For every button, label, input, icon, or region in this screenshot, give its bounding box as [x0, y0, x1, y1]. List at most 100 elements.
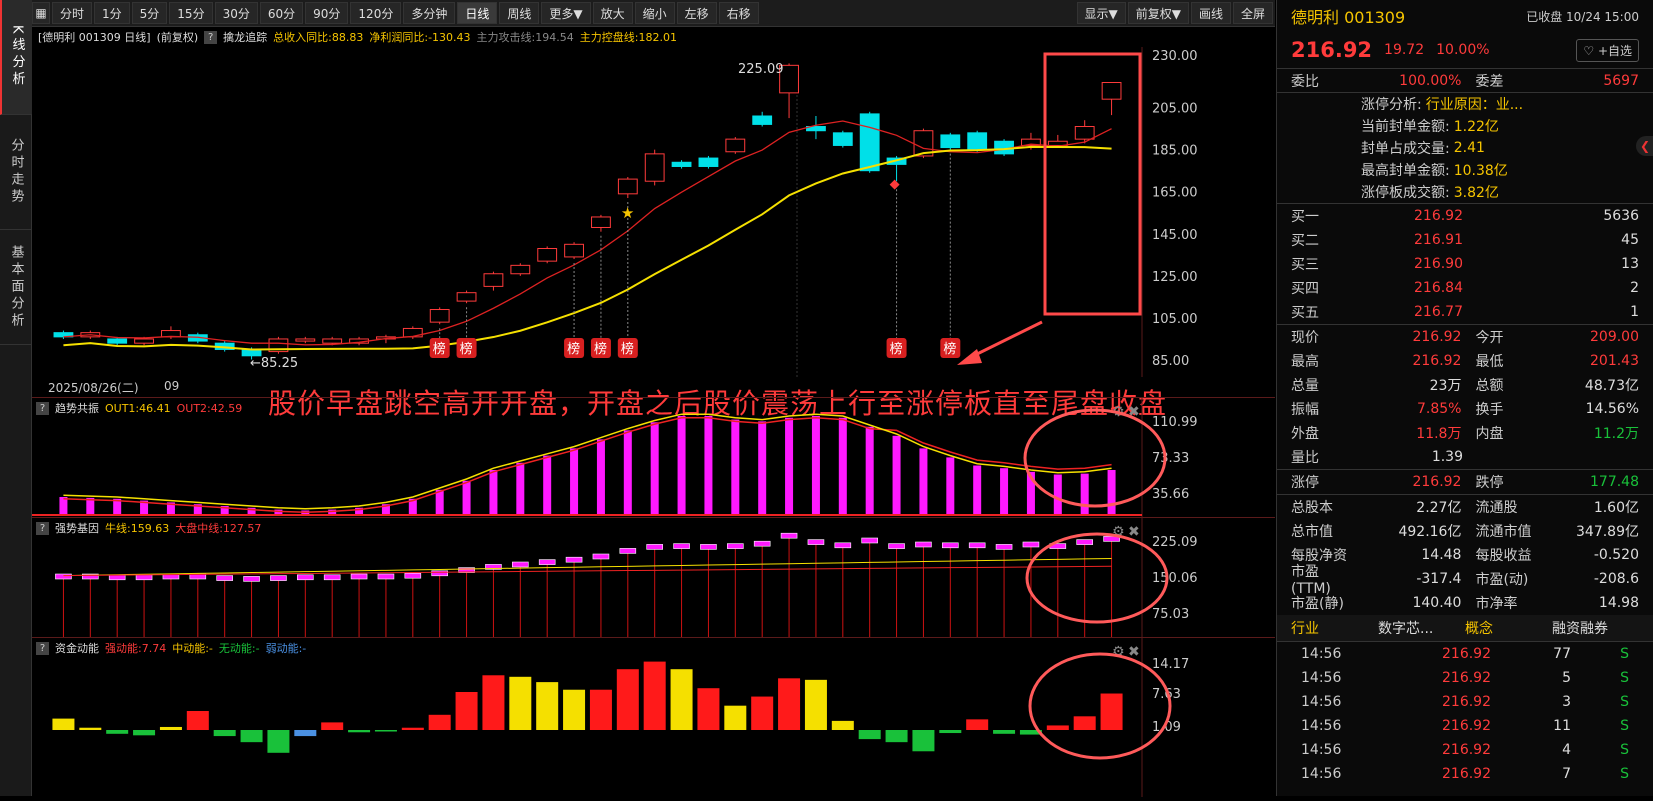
kline-chart[interactable]: 230.00 205.00 185.00 165.00 145.00 125.00 105.…: [32, 47, 1275, 377]
period-button-7[interactable]: 120分: [350, 2, 402, 24]
tick-volume: 4: [1562, 742, 1571, 758]
candle[interactable]: [134, 338, 154, 344]
trend-out1-line: [63, 413, 1112, 510]
help-icon[interactable]: ?: [204, 30, 218, 44]
stat-value: -208.6: [1593, 571, 1639, 587]
period-button-0[interactable]: 分时: [52, 2, 93, 24]
toolbar-right-button-0[interactable]: 显示▼: [1076, 2, 1126, 24]
panel-trend-svg[interactable]: 110.9973.3335.66⚙ ✖: [32, 398, 1275, 518]
period-button-3[interactable]: 15分: [169, 2, 213, 24]
trend-bar: [1000, 468, 1009, 515]
period-button-5[interactable]: 60分: [259, 2, 304, 24]
strength-block: [323, 574, 341, 581]
bid-price: 216.92: [1414, 208, 1463, 224]
nav-tab-2[interactable]: 基本面分析: [0, 230, 32, 345]
bid-row[interactable]: 买一 216.92 5636: [1277, 204, 1653, 228]
quote-tab-2[interactable]: 概念: [1465, 618, 1552, 638]
tick-side: S: [1620, 694, 1629, 710]
fund-bar: [213, 730, 236, 737]
candle[interactable]: [1074, 126, 1095, 140]
tick-volume: 77: [1553, 646, 1571, 662]
quote-tab-1[interactable]: 数字芯...: [1378, 618, 1465, 638]
period-button-9[interactable]: 日线: [457, 2, 498, 24]
candle[interactable]: [537, 248, 558, 262]
toolbar-right-button-2[interactable]: 画线: [1190, 2, 1231, 24]
candle[interactable]: [510, 264, 531, 275]
candle[interactable]: [671, 161, 692, 167]
panel-fund[interactable]: ? 资金动能 强动能:7.74 中动能:- 无动能:- 弱动能:- 14.17 7…: [32, 637, 1275, 797]
bid-row[interactable]: 买三 216.90 13: [1277, 252, 1653, 276]
toolbar-right-button-3[interactable]: 全屏: [1232, 2, 1273, 24]
panel-trend-name[interactable]: 趋势共振: [55, 400, 99, 416]
bang-marker-label: 榜: [890, 341, 903, 357]
candle[interactable]: [322, 338, 343, 344]
panel-trend[interactable]: ? 趋势共振 OUT1:46.41 OUT2:42.59 110.99 73.33…: [32, 397, 1275, 518]
candle[interactable]: [456, 292, 477, 302]
limit-value: 10.38亿: [1453, 163, 1508, 179]
quote-tab-0[interactable]: 行业: [1291, 618, 1378, 638]
panel-trend-out1: OUT1:46.41: [105, 401, 171, 415]
toolbar-right-button-1[interactable]: 前复权▼: [1127, 2, 1189, 24]
kline-svg[interactable]: 230.00 205.00 185.00 165.00 145.00 125.00 105.…: [32, 47, 1275, 377]
stat-row: 振幅 7.85% 换手 14.56%: [1277, 397, 1653, 421]
period-button-14[interactable]: 左移: [676, 2, 717, 24]
candle[interactable]: [832, 132, 853, 146]
candle[interactable]: [752, 115, 773, 125]
period-button-8[interactable]: 多分钟: [403, 2, 456, 24]
period-button-1[interactable]: 1分: [94, 2, 130, 24]
candle[interactable]: [967, 132, 988, 151]
panel-strength[interactable]: ? 强势基因 牛线:159.63 大盘中线:127.57 225.09 150.0…: [32, 517, 1275, 638]
indicator-name[interactable]: 擒龙追踪: [223, 29, 267, 45]
bid-row[interactable]: 买二 216.91 45: [1277, 228, 1653, 252]
collapse-arrow-icon[interactable]: ❮: [1636, 136, 1653, 156]
candle[interactable]: [725, 138, 746, 153]
help-icon[interactable]: ?: [36, 401, 49, 415]
high-price-label: 225.09: [738, 62, 784, 77]
quote-tab-3[interactable]: 融资融券: [1552, 618, 1639, 638]
period-button-10[interactable]: 周线: [499, 2, 540, 24]
panel-strength-svg[interactable]: 225.09150.0675.03⚙ ✖: [32, 518, 1275, 638]
y-axis-tick: 165.00: [1152, 186, 1198, 201]
fund-bar: [1073, 716, 1096, 730]
chart-type-icon[interactable]: ▦: [32, 2, 50, 24]
period-button-2[interactable]: 5分: [131, 2, 168, 24]
candle[interactable]: [483, 273, 504, 287]
period-button-13[interactable]: 缩小: [634, 2, 675, 24]
nav-tab-1[interactable]: 分时走势: [0, 115, 32, 230]
period-button-12[interactable]: 放大: [592, 2, 633, 24]
candle[interactable]: [107, 338, 128, 344]
candle[interactable]: [859, 113, 880, 172]
candle[interactable]: [591, 216, 611, 228]
candle[interactable]: [940, 134, 961, 149]
adjust-label[interactable]: (前复权): [157, 29, 199, 45]
current-date: 2025/08/26(二): [48, 381, 139, 395]
candle[interactable]: [295, 338, 316, 342]
bang-marker-label: 榜: [943, 341, 956, 357]
candle[interactable]: [564, 243, 584, 258]
fund-bar: [778, 678, 801, 730]
help-icon[interactable]: ?: [36, 521, 49, 535]
panel-fund-name[interactable]: 资金动能: [55, 640, 99, 656]
period-button-11[interactable]: 更多▼: [541, 2, 591, 24]
bid-row[interactable]: 买五 216.77 1: [1277, 300, 1653, 324]
bid-row[interactable]: 买四 216.84 2: [1277, 276, 1653, 300]
candle[interactable]: [698, 157, 719, 167]
period-button-6[interactable]: 90分: [305, 2, 349, 24]
candle[interactable]: [1101, 82, 1122, 100]
help-icon[interactable]: ?: [36, 641, 49, 655]
period-button-4[interactable]: 30分: [214, 2, 258, 24]
annotation-arrowhead: [957, 349, 982, 365]
trend-bar: [731, 419, 740, 515]
candle[interactable]: [644, 153, 665, 182]
add-favorite-button[interactable]: ♡ +自选: [1576, 38, 1639, 62]
fund-bar: [1046, 725, 1069, 730]
candle[interactable]: [617, 178, 638, 195]
panel-strength-name[interactable]: 强势基因: [55, 520, 99, 536]
fund-bar: [159, 726, 182, 730]
control-line: 主力控盘线:182.01: [579, 31, 677, 44]
panel-fund-svg[interactable]: 14.177.631.09⚙ ✖: [32, 638, 1275, 797]
strength-block: [377, 573, 395, 580]
period-button-15[interactable]: 右移: [718, 2, 759, 24]
candle[interactable]: [429, 309, 450, 323]
nav-tab-0[interactable]: K线分析: [0, 0, 32, 115]
